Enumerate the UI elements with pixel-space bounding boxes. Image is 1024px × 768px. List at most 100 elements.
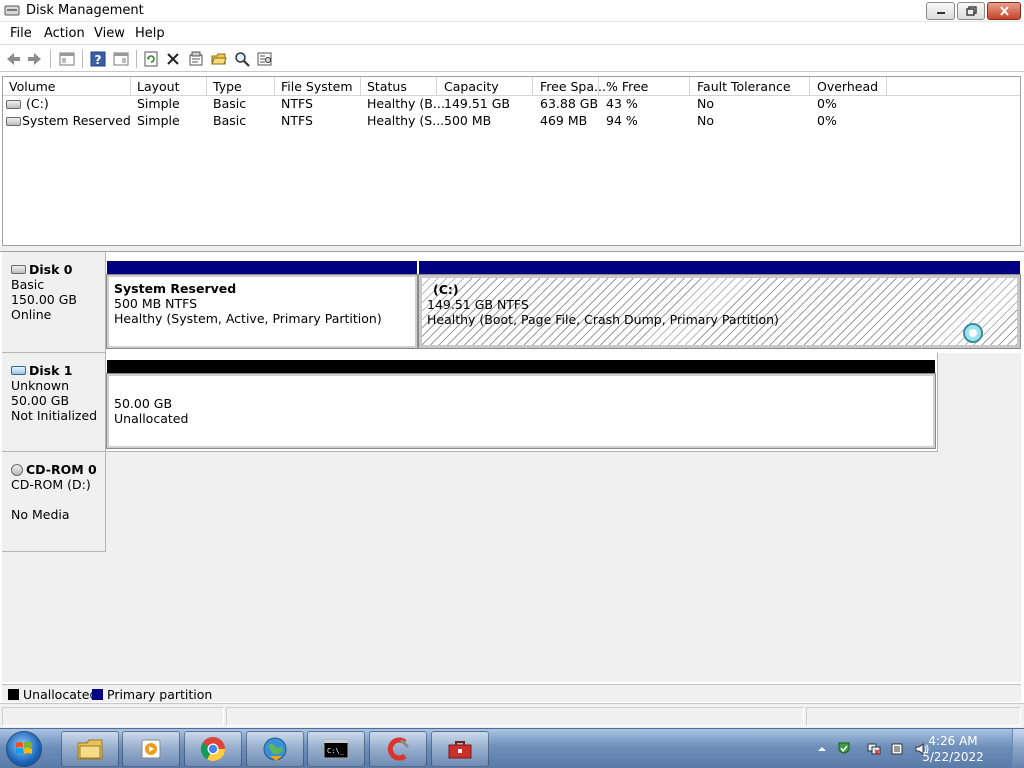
menu-action[interactable]: Action (44, 26, 85, 41)
cell-type: Basic (213, 113, 247, 128)
forward-icon (28, 53, 41, 65)
cell-overhead: 0% (817, 113, 837, 128)
action-center-icon[interactable] (836, 741, 852, 757)
disk-label[interactable]: Disk 1 Unknown 50.00 GB Not Initialized (2, 353, 106, 452)
cell-capacity: 149.51 GB (444, 96, 510, 111)
volume-list-header: Volume Layout Type File System Status Ca… (3, 77, 1020, 96)
taskbar-button-ccleaner[interactable] (369, 731, 427, 767)
partition-system-reserved[interactable]: System Reserved 500 MB NTFS Healthy (Sys… (106, 261, 418, 349)
power-icon[interactable] (890, 741, 906, 757)
network-icon[interactable] (866, 741, 882, 757)
rescan-disks-icon (235, 52, 250, 67)
cell-file-system: NTFS (281, 113, 313, 128)
toolbar-separator (82, 50, 83, 68)
legend-item-unallocated: Unallocated (8, 687, 97, 702)
column-divider[interactable] (360, 77, 361, 95)
settings-button[interactable] (255, 49, 275, 69)
column-divider[interactable] (689, 77, 690, 95)
table-row[interactable]: System Reserved Simple Basic NTFS Health… (3, 113, 1020, 130)
status-cell (226, 707, 804, 726)
cell-fault-tolerance: No (697, 113, 714, 128)
disk-state: Online (11, 307, 52, 322)
column-header-fault-tolerance[interactable]: Fault Tolerance (697, 79, 791, 94)
column-divider[interactable] (886, 77, 887, 95)
menu-view[interactable]: View (94, 26, 125, 41)
toolbar-separator (50, 50, 51, 68)
column-header-type[interactable]: Type (213, 79, 242, 94)
cell-type: Basic (213, 96, 247, 111)
open-button[interactable] (209, 49, 229, 69)
column-header-file-system[interactable]: File System (281, 79, 353, 94)
help-icon: ? (90, 51, 106, 67)
column-header-free-space[interactable]: Free Spa... (540, 79, 606, 94)
delete-button[interactable] (163, 49, 183, 69)
restore-button[interactable] (957, 2, 985, 20)
close-button[interactable] (987, 2, 1021, 20)
show-hidden-icons-icon[interactable] (814, 741, 830, 757)
menu-help[interactable]: Help (135, 26, 165, 41)
column-divider[interactable] (809, 77, 810, 95)
taskbar-button-media-player[interactable] (122, 731, 180, 767)
partition-box: System Reserved 500 MB NTFS Healthy (Sys… (106, 274, 418, 349)
column-divider[interactable] (130, 77, 131, 95)
start-button[interactable] (6, 731, 42, 767)
system-clock[interactable]: 4:26 AM 5/22/2022 (918, 733, 988, 765)
help-button[interactable]: ? (88, 49, 108, 69)
partition-box-selected: (C:) 149.51 GB NTFS Healthy (Boot, Page … (418, 274, 1021, 349)
column-header-capacity[interactable]: Capacity (444, 79, 499, 94)
disk-label[interactable]: CD-ROM 0 CD-ROM (D:) No Media (2, 452, 106, 552)
status-cell (806, 707, 1021, 726)
column-header-layout[interactable]: Layout (137, 79, 180, 94)
column-header-volume[interactable]: Volume (9, 79, 56, 94)
column-divider[interactable] (598, 77, 599, 95)
table-row[interactable]: (C:) Simple Basic NTFS Healthy (B... 149… (3, 96, 1020, 113)
column-divider[interactable] (274, 77, 275, 95)
refresh-button[interactable] (141, 49, 161, 69)
disk-row-disk-0[interactable]: Disk 0 Basic 150.00 GB Online System Res… (2, 252, 1021, 353)
legend: Unallocated Primary partition (2, 684, 1021, 702)
cell-volume: (C:) (26, 96, 49, 111)
column-header-percent-free[interactable]: % Free (606, 79, 648, 94)
taskbar-button-file-explorer[interactable] (61, 731, 119, 767)
back-button[interactable] (3, 49, 23, 69)
legend-swatch (92, 689, 103, 700)
disk-state: Not Initialized (11, 408, 98, 423)
menu-file[interactable]: File (10, 26, 32, 41)
taskbar-button-command-prompt[interactable]: C:\_ (307, 731, 365, 767)
column-divider[interactable] (206, 77, 207, 95)
show-hide-action-pane-button[interactable] (111, 49, 131, 69)
show-desktop-button[interactable] (1012, 729, 1024, 768)
column-divider[interactable] (436, 77, 437, 95)
refresh-icon (144, 51, 158, 67)
notification-area (808, 729, 1024, 768)
cell-overhead: 0% (817, 96, 837, 111)
properties-button[interactable] (186, 49, 206, 69)
forward-button[interactable] (25, 49, 45, 69)
disk-type: Unknown (11, 378, 70, 393)
legend-label: Primary partition (107, 687, 213, 702)
partition-c-drive[interactable]: (C:) 149.51 GB NTFS Healthy (Boot, Page … (418, 261, 1021, 349)
disk-row-cdrom-0[interactable]: CD-ROM 0 CD-ROM (D:) No Media (2, 452, 1021, 552)
column-divider[interactable] (532, 77, 533, 95)
network-globe-icon (263, 737, 287, 761)
cell-status: Healthy (S... (367, 113, 445, 128)
cell-layout: Simple (137, 96, 180, 111)
taskbar-button-toolbox[interactable] (431, 731, 489, 767)
partition-unallocated[interactable]: 50.00 GB Unallocated (106, 360, 936, 449)
disk-row-disk-1[interactable]: Disk 1 Unknown 50.00 GB Not Initialized … (2, 353, 1021, 452)
partition-size: 50.00 GB (114, 396, 173, 411)
rescan-disks-button[interactable] (232, 49, 252, 69)
partition-status: Unallocated (114, 411, 189, 426)
taskbar-button-chrome[interactable] (184, 731, 242, 767)
taskbar-button-network-globe[interactable] (246, 731, 304, 767)
minimize-button[interactable] (926, 2, 955, 20)
cell-capacity: 500 MB (444, 113, 492, 128)
column-header-overhead[interactable]: Overhead (817, 79, 878, 94)
cell-percent-free: 43 % (606, 96, 638, 111)
column-header-status[interactable]: Status (367, 79, 407, 94)
disk-label[interactable]: Disk 0 Basic 150.00 GB Online (2, 252, 106, 353)
status-bar (0, 703, 1024, 728)
hard-disk-icon (11, 265, 26, 274)
show-hide-console-tree-button[interactable] (57, 49, 77, 69)
cell-free-space: 469 MB (540, 113, 588, 128)
